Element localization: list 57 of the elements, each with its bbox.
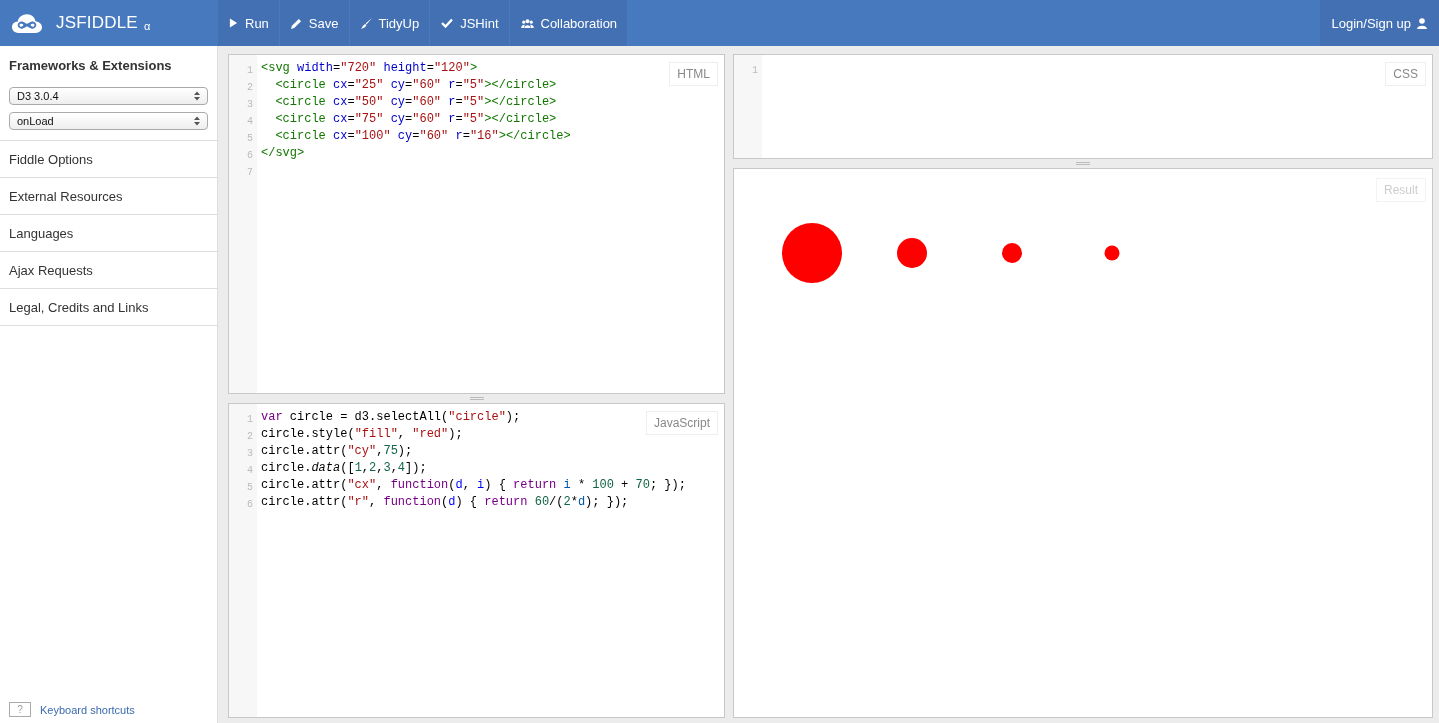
- code-line: circle.attr("r", function(d) { return 60/(2*d); });: [261, 495, 629, 509]
- collaboration-button[interactable]: Collaboration: [509, 0, 629, 46]
- line-number: 1: [246, 64, 254, 78]
- sidebar-heading: Frameworks & Extensions: [8, 57, 173, 75]
- user-icon: [1417, 17, 1427, 29]
- alpha-label: α: [143, 19, 151, 32]
- code-line: <circle cx="75" cy="60" r="5"></circle>: [274, 112, 557, 126]
- play-icon: [229, 18, 238, 28]
- shortcut-key[interactable]: ?: [9, 702, 31, 717]
- code-line: <svg width="720" height="120">: [261, 61, 478, 75]
- code-line: <circle cx="25" cy="60" r="5"></circle>: [274, 78, 557, 92]
- sidebar-item[interactable]: Fiddle Options: [0, 141, 217, 178]
- line-number: 2: [246, 430, 254, 444]
- sidebar-item[interactable]: Languages: [0, 215, 217, 252]
- line-number: 2: [246, 81, 254, 95]
- keyboard-shortcuts-link[interactable]: Keyboard shortcuts: [40, 703, 135, 716]
- line-number: 4: [246, 115, 254, 129]
- code-line: circle.attr("cx", function(d, i) { return i * 100 + 70; });: [261, 478, 686, 492]
- line-number: 5: [246, 481, 254, 495]
- people-icon: [520, 18, 534, 28]
- code-line: var circle = d3.selectAll("circle");: [261, 410, 521, 424]
- sidebar-item[interactable]: Legal, Credits and Links: [0, 289, 217, 326]
- updown-arrows-icon: [194, 116, 200, 126]
- javascript-editor[interactable]: [228, 403, 725, 718]
- html-editor[interactable]: [228, 54, 725, 394]
- code-line: circle.style("fill", "red");: [261, 427, 463, 441]
- brush-icon: [360, 17, 372, 29]
- pane-label: CSS: [1385, 62, 1426, 86]
- line-number: 4: [246, 464, 254, 478]
- pencil-icon: [290, 17, 302, 29]
- checkmark-icon: [441, 18, 454, 28]
- cloud-logo-icon: [12, 12, 42, 34]
- dropdown-select[interactable]: D3 3.0.4: [9, 87, 208, 105]
- brand-name: JSFIDDLE: [56, 13, 138, 33]
- code-line: </svg>: [261, 146, 305, 160]
- tidyup-button[interactable]: TidyUp: [349, 0, 431, 46]
- line-number: 3: [246, 98, 254, 112]
- code-line: <circle cx="100" cy="60" r="16"></circle>: [274, 129, 571, 143]
- line-number: 1: [751, 64, 759, 78]
- updown-arrows-icon: [194, 91, 200, 101]
- code-line: circle.data([1,2,3,4]);: [261, 461, 427, 475]
- sidebar-item[interactable]: Ajax Requests: [0, 252, 217, 289]
- pane-label: JavaScript: [645, 411, 718, 435]
- line-number: 7: [246, 166, 254, 180]
- jshint-button[interactable]: JSHint: [430, 0, 510, 46]
- line-number: 5: [246, 132, 254, 146]
- sidebar-item[interactable]: External Resources: [0, 178, 217, 215]
- line-number: 3: [246, 447, 254, 461]
- code-line: circle.attr("cy",75);: [261, 444, 413, 458]
- line-number: 1: [246, 413, 254, 427]
- dropdown-select[interactable]: onLoad: [9, 112, 208, 130]
- save-button[interactable]: Save: [279, 0, 350, 46]
- code-line: <circle cx="50" cy="60" r="5"></circle>: [274, 95, 557, 109]
- css-editor[interactable]: 1 CSS: [733, 54, 1433, 159]
- pane-label: HTML: [669, 62, 718, 86]
- login-button[interactable]: Login/Sign up: [1320, 0, 1439, 46]
- run-button[interactable]: Run: [218, 0, 280, 46]
